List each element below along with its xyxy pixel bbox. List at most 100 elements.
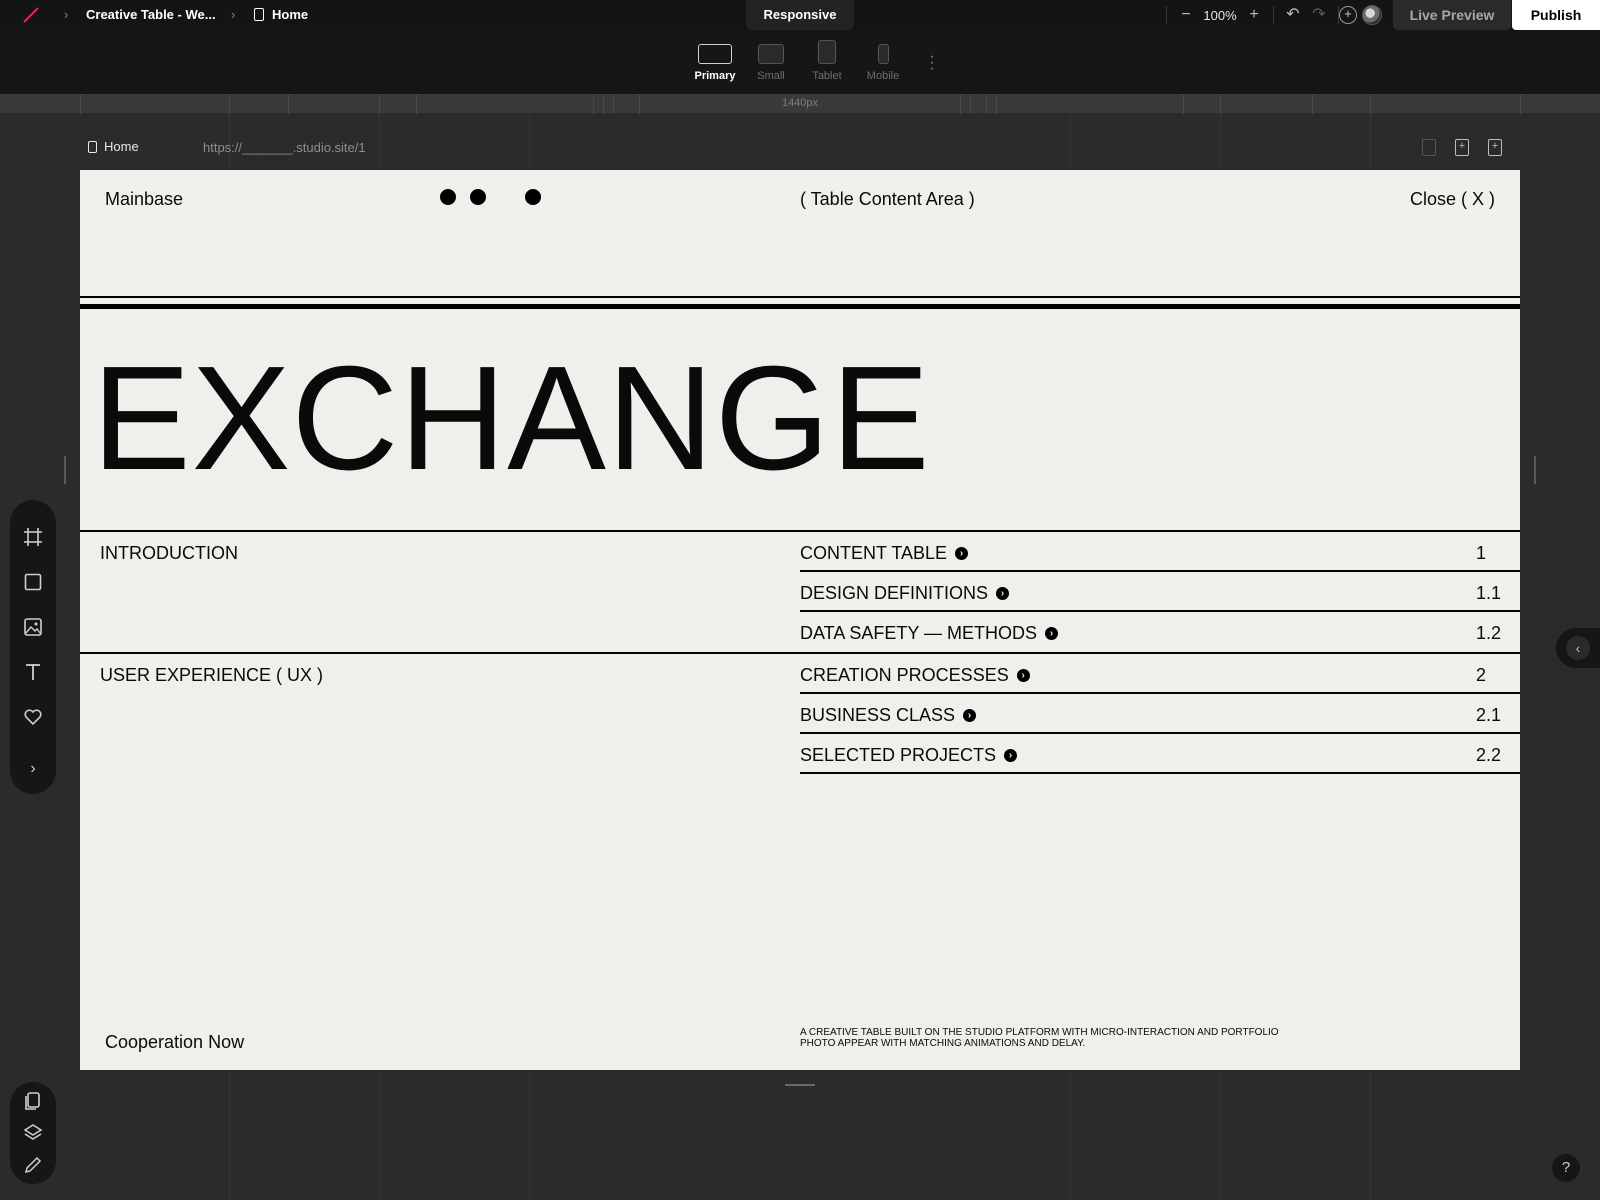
toc-link[interactable]: CREATION PROCESSES › [800, 665, 1030, 686]
toc-number: 1 [1476, 543, 1487, 563]
device-tablet[interactable]: Tablet [799, 40, 855, 82]
toc-label: CONTENT TABLE [800, 543, 948, 563]
undo-icon[interactable]: ↶ [1280, 0, 1306, 30]
footer-cta[interactable]: Cooperation Now [105, 1032, 244, 1053]
pen-icon[interactable] [22, 1154, 44, 1176]
toc-link[interactable]: DESIGN DEFINITIONS › [800, 583, 1010, 604]
ruler-width-label: 1440px [781, 97, 819, 109]
width-ruler[interactable]: 1440px [0, 94, 1600, 114]
zoom-level[interactable]: 100% [1199, 8, 1241, 23]
toc-link[interactable]: DATA SAFETY — METHODS › [800, 623, 1059, 644]
ruler-tick [1312, 94, 1313, 114]
ruler-tick [986, 94, 987, 114]
zoom-controls: − 100% + ↶ ↷ [1160, 0, 1345, 30]
ruler-tick [996, 94, 997, 114]
tablet-icon [818, 40, 836, 64]
divider [1273, 6, 1274, 24]
dot-indicator [470, 189, 486, 205]
toc-row[interactable]: SELECTED PROJECTS › 2.2 [800, 734, 1520, 774]
ruler-tick [1220, 94, 1221, 114]
toc-label: DATA SAFETY — METHODS [800, 623, 1038, 643]
toc-row[interactable]: CONTENT TABLE › 1 [800, 532, 1520, 572]
live-preview-button[interactable]: Live Preview [1393, 0, 1511, 30]
ruler-tick [416, 94, 417, 114]
responsive-tab[interactable]: Responsive [746, 0, 854, 30]
toc-row[interactable]: DATA SAFETY — METHODS › 1.2 [800, 612, 1520, 652]
toc-number: 2.1 [1476, 705, 1502, 725]
frame-icon[interactable] [22, 526, 44, 548]
device-mobile[interactable]: Mobile [855, 44, 911, 82]
artboard-resize-handle[interactable] [785, 1084, 815, 1086]
toc-label: DESIGN DEFINITIONS [800, 583, 989, 603]
help-button[interactable]: ? [1552, 1154, 1580, 1182]
breadcrumb-page-label: Home [272, 7, 309, 22]
tool-palette: › [10, 500, 56, 794]
toc-row[interactable]: CREATION PROCESSES › 2 [800, 654, 1520, 694]
trash-icon[interactable] [1422, 139, 1436, 156]
resize-handle-right[interactable] [1534, 456, 1536, 484]
device-label: Mobile [866, 70, 900, 82]
page-label[interactable]: Home [88, 139, 139, 154]
publish-button[interactable]: Publish [1512, 0, 1600, 30]
text-icon[interactable] [22, 661, 44, 683]
zoom-out-button[interactable]: − [1173, 0, 1199, 30]
layers-icon[interactable] [22, 1122, 44, 1144]
studio-logo-icon[interactable] [22, 7, 40, 23]
add-collaborator-icon[interactable]: + [1339, 6, 1357, 24]
ruler-tick [1520, 94, 1521, 114]
more-options-icon[interactable]: · · · [928, 49, 936, 77]
pages-icon[interactable] [22, 1090, 44, 1112]
device-small[interactable]: Small [743, 44, 799, 82]
project-name[interactable]: Creative Table - We... [86, 7, 216, 22]
heart-icon[interactable] [22, 706, 44, 728]
divider [80, 304, 1520, 309]
nav-brand[interactable]: Mainbase [105, 189, 183, 210]
close-button[interactable]: Close ( X ) [1410, 189, 1495, 210]
mobile-icon [877, 44, 889, 64]
toc-row[interactable]: BUSINESS CLASS › 2.1 [800, 694, 1520, 734]
right-panel-toggle[interactable]: ‹ [1556, 628, 1600, 668]
bottom-tool-palette [10, 1082, 56, 1184]
page-icon [254, 8, 264, 21]
artboard[interactable]: Mainbase ( Table Content Area ) Close ( … [80, 170, 1520, 1070]
ruler-tick [970, 94, 971, 114]
toc-label: CREATION PROCESSES [800, 665, 1009, 685]
toc-link[interactable]: SELECTED PROJECTS › [800, 745, 1018, 766]
redo-icon[interactable]: ↷ [1306, 0, 1332, 30]
toc-row[interactable]: DESIGN DEFINITIONS › 1.1 [800, 572, 1520, 612]
chevron-right-icon: › [231, 7, 236, 22]
duplicate-page-icon[interactable]: + [1455, 139, 1469, 156]
add-page-icon[interactable]: + [1488, 139, 1502, 156]
ruler-tick [603, 94, 604, 114]
nav-center-label[interactable]: ( Table Content Area ) [800, 189, 975, 210]
dot-indicator [440, 189, 456, 205]
toc-number: 1.1 [1476, 583, 1502, 603]
toc-link[interactable]: BUSINESS CLASS › [800, 705, 977, 726]
avatar[interactable] [1362, 5, 1382, 25]
toc-link[interactable]: CONTENT TABLE › [800, 543, 969, 564]
rectangle-icon[interactable] [22, 571, 44, 593]
zoom-in-button[interactable]: + [1241, 0, 1267, 30]
top-toolbar: › Creative Table - We... › Home Responsi… [0, 0, 1600, 30]
ruler-tick [639, 94, 640, 114]
device-primary[interactable]: Primary [687, 44, 743, 82]
laptop-icon [758, 44, 784, 64]
ruler-tick [960, 94, 961, 114]
image-icon[interactable] [22, 616, 44, 638]
resize-handle-left[interactable] [64, 456, 66, 484]
page-icon [88, 140, 97, 153]
arrow-right-circle-icon: › [1045, 627, 1059, 640]
desktop-icon [698, 44, 732, 64]
device-label: Small [757, 70, 785, 82]
section-title: INTRODUCTION [100, 543, 238, 563]
toc-number: 2 [1476, 665, 1487, 685]
device-label: Primary [694, 70, 736, 82]
chevron-right-icon[interactable]: › [22, 758, 44, 780]
section-title: USER EXPERIENCE ( UX ) [100, 665, 324, 685]
divider [1166, 6, 1167, 24]
arrow-right-circle-icon: › [963, 709, 977, 722]
page-label-text: Home [104, 139, 139, 154]
breadcrumb-page[interactable]: Home [254, 7, 308, 22]
dot-indicator [525, 189, 541, 205]
page-url[interactable]: https://_______.studio.site/1 [203, 140, 366, 155]
